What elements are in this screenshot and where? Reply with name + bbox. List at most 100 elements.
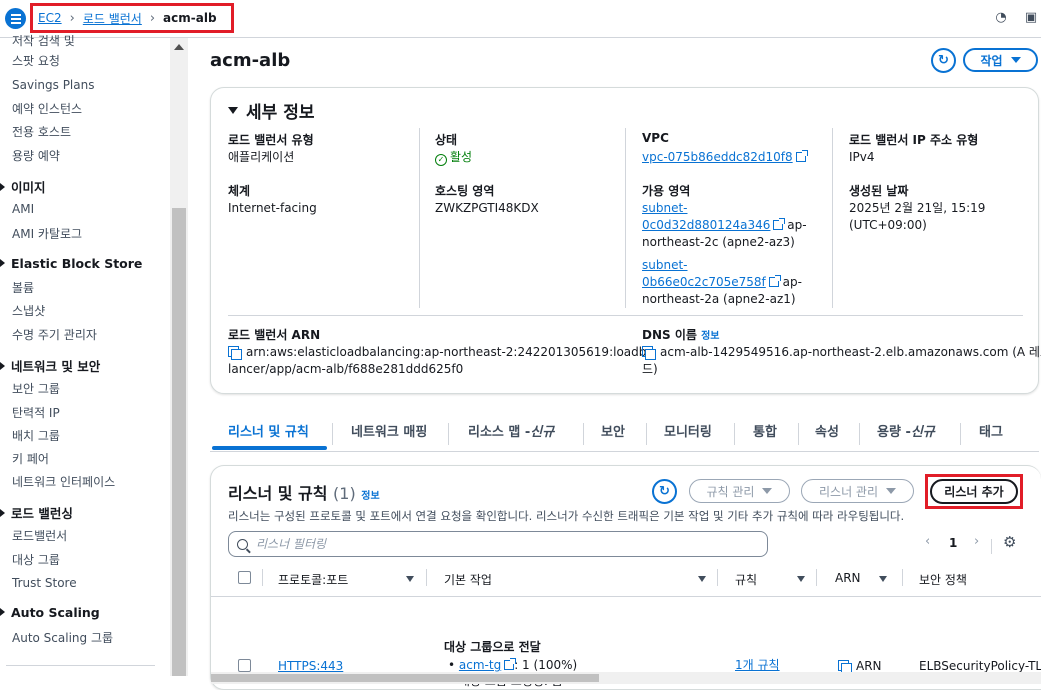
sidebar-item-load-balancers[interactable]: 로드밸런서: [12, 527, 67, 544]
manage-rules-button[interactable]: 규칙 관리: [689, 479, 790, 503]
listeners-info-link[interactable]: 정보: [361, 491, 379, 502]
caret-down-icon: [886, 488, 896, 494]
next-page-icon[interactable]: ›: [974, 534, 979, 549]
copy-icon[interactable]: [228, 346, 242, 360]
listeners-refresh-button[interactable]: ↻: [652, 479, 677, 504]
table-scrollbar-thumb[interactable]: [211, 674, 599, 682]
sidebar-item-key-pairs[interactable]: 키 페어: [12, 450, 49, 467]
column-divider: [426, 569, 427, 586]
tab-attributes[interactable]: 속성: [815, 412, 839, 448]
sidebar-item-network-interfaces[interactable]: 네트워크 인터페이스: [12, 473, 115, 490]
vpc-link[interactable]: vpc-075b86eddc82d10f8: [642, 150, 793, 164]
sidebar-item-spot-requests[interactable]: 스팟 요청: [12, 52, 60, 69]
sort-down-icon[interactable]: [879, 576, 887, 582]
arn-value: arn:aws:elasticloadbalancing:ap-northeas…: [228, 345, 654, 376]
target-group-link[interactable]: acm-tg: [459, 658, 501, 672]
tab-listeners-rules[interactable]: 리스너 및 규칙: [228, 412, 309, 448]
breadcrumb-ec2[interactable]: EC2: [38, 11, 62, 25]
listeners-description: 리스너는 구성된 프로토콜 및 포트에서 연결 요청을 확인합니다. 리스너가 …: [228, 509, 905, 523]
copy-icon[interactable]: [838, 660, 852, 674]
actions-button[interactable]: 작업: [963, 48, 1038, 72]
sidebar-scrollbar-thumb[interactable]: [172, 208, 186, 676]
column-rules[interactable]: 규칙: [735, 571, 757, 588]
refresh-button[interactable]: ↻: [931, 48, 956, 73]
tab-divider: [583, 423, 584, 445]
row-checkbox[interactable]: [238, 659, 251, 672]
sidebar-item-volumes[interactable]: 볼륨: [12, 279, 34, 296]
breadcrumb-load-balancers[interactable]: 로드 밸런서: [83, 10, 142, 27]
tab-bar: 리스너 및 규칙 네트워크 매핑 리소스 맵 - 신규 보안 모니터링 통합 속…: [210, 412, 1039, 452]
tab-monitoring[interactable]: 모니터링: [664, 412, 712, 448]
rules-link[interactable]: 1개 규칙: [735, 658, 780, 672]
sidebar-item-savings-plans[interactable]: Savings Plans: [12, 78, 94, 92]
sidebar-item-snapshots[interactable]: 스냅샷: [12, 302, 45, 319]
column-divider: [816, 569, 817, 586]
subnet2-link[interactable]: subnet- 0b66e0c2c705e758f: [642, 258, 766, 289]
external-link-icon: [795, 150, 808, 162]
caret-down-icon: [1010, 57, 1021, 63]
sidebar-item-ami[interactable]: AMI: [12, 202, 34, 216]
add-listener-button[interactable]: 리스너 추가: [930, 479, 1018, 504]
sort-down-icon[interactable]: [406, 576, 414, 582]
subnet1-link[interactable]: subnet- 0c0d32d880124a346: [642, 201, 770, 232]
tab-security[interactable]: 보안: [601, 412, 625, 448]
clock-icon[interactable]: ◔: [994, 11, 1008, 25]
actions-label: 작업: [980, 53, 1003, 68]
sidebar-section-auto-scaling[interactable]: Auto Scaling: [0, 605, 100, 620]
rules-cell: 1개 규칙: [735, 658, 780, 673]
sidebar-item-reserved-instances[interactable]: 예약 인스턴스: [12, 100, 82, 117]
tab-tags[interactable]: 태그: [979, 412, 1003, 448]
status-label: 상태: [435, 133, 458, 147]
sidebar-item-placement-groups[interactable]: 배치 그룹: [12, 427, 60, 444]
details-header[interactable]: 세부 정보: [228, 98, 314, 123]
column-divider: [717, 569, 718, 586]
sidebar-item-auto-scaling-groups[interactable]: Auto Scaling 그룹: [12, 629, 113, 646]
sort-down-icon[interactable]: [797, 576, 805, 582]
sidebar-scrollbar[interactable]: [170, 38, 188, 676]
protocol-port-link[interactable]: HTTPS:443: [278, 659, 343, 673]
pager-divider: [991, 539, 992, 554]
sidebar-item-lifecycle-manager[interactable]: 수명 주기 관리자: [12, 326, 97, 343]
breadcrumb: EC2 › 로드 밸런서 › acm-alb: [30, 3, 234, 33]
sidebar-section-ebs[interactable]: Elastic Block Store: [0, 256, 142, 271]
select-all-checkbox[interactable]: [238, 571, 251, 584]
settings-gear-icon[interactable]: ⚙: [1003, 533, 1016, 551]
sidebar-item-ami-catalog[interactable]: AMI 카탈로그: [12, 225, 82, 242]
table-header-divider: [211, 596, 1041, 597]
created-label: 생성된 날짜: [849, 184, 909, 198]
tab-capacity[interactable]: 용량 - 신규: [877, 412, 935, 448]
column-security-policy[interactable]: 보안 정책: [919, 571, 967, 588]
sidebar-section-images[interactable]: 이미지: [0, 177, 46, 196]
sidebar-item-capacity-reservations[interactable]: 용량 예약: [12, 147, 60, 164]
chevron-right-icon: ›: [149, 10, 156, 26]
sidebar-item-dedicated-hosts[interactable]: 전용 호스트: [12, 123, 71, 140]
sidebar-item-target-groups[interactable]: 대상 그룹: [12, 551, 60, 568]
prev-page-icon[interactable]: ‹: [925, 534, 930, 549]
details-divider: [228, 315, 1023, 316]
feedback-icon[interactable]: ▣: [1024, 11, 1038, 25]
sidebar-item-partial[interactable]: 저작 검색 및: [12, 32, 75, 49]
sort-down-icon[interactable]: [698, 576, 706, 582]
tab-network-mapping[interactable]: 네트워크 매핑: [351, 412, 427, 448]
copy-icon[interactable]: [642, 346, 656, 360]
tab-resource-map[interactable]: 리소스 맵 - 신규: [468, 412, 554, 448]
listeners-panel: 리스너 및 규칙 (1) 정보 ↻ 규칙 관리 리스너 관리 리스너 추가 리스…: [210, 465, 1041, 690]
sidebar-item-elastic-ips[interactable]: 탄력적 IP: [12, 404, 60, 421]
sidebar-section-load-balancing[interactable]: 로드 밸런싱: [0, 503, 73, 522]
column-arn[interactable]: ARN: [835, 571, 861, 585]
menu-icon[interactable]: [5, 8, 26, 29]
listener-filter-input[interactable]: [256, 537, 736, 551]
dns-info-link[interactable]: 정보: [701, 331, 719, 342]
sidebar-section-network[interactable]: 네트워크 및 보안: [0, 356, 100, 375]
tab-integrations[interactable]: 통합: [753, 412, 777, 448]
sidebar-item-trust-store[interactable]: Trust Store: [12, 576, 77, 590]
lb-type-value: 애플리케이션: [228, 150, 295, 164]
column-default-action[interactable]: 기본 작업: [444, 571, 492, 588]
current-page[interactable]: 1: [949, 536, 957, 550]
column-protocol-port[interactable]: 프로토콜:포트: [278, 571, 348, 588]
sidebar-item-security-groups[interactable]: 보안 그룹: [12, 380, 60, 397]
table-horizontal-scrollbar[interactable]: [211, 672, 1041, 684]
manage-listener-button[interactable]: 리스너 관리: [801, 479, 914, 503]
external-link-icon: [768, 275, 781, 287]
scroll-up-arrow-icon[interactable]: [174, 44, 184, 50]
